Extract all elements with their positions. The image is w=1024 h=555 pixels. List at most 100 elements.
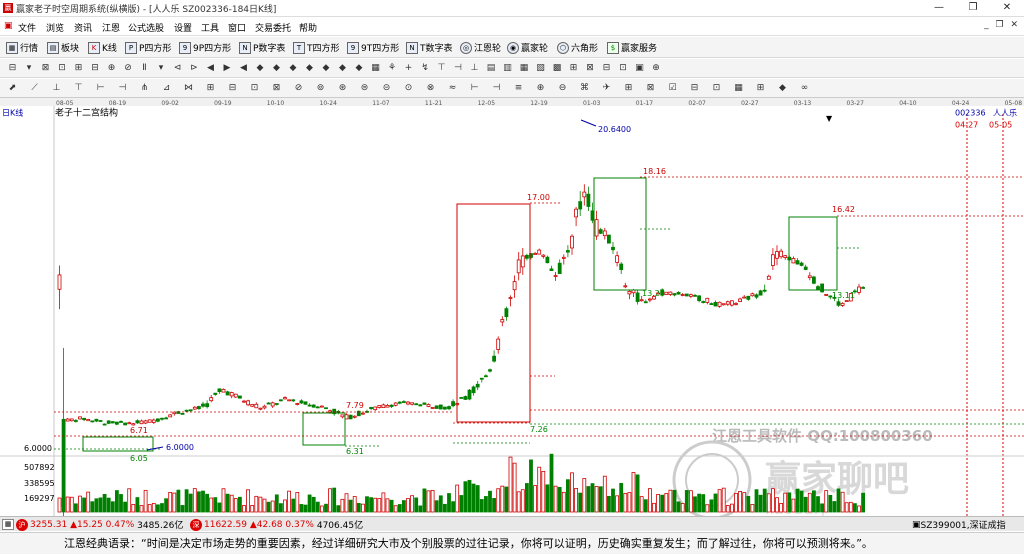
tool-button[interactable]: ⊣	[116, 82, 129, 95]
tool-button[interactable]: ⊲	[171, 62, 184, 75]
tool-button[interactable]: ⊕	[534, 82, 547, 95]
tool-button[interactable]: ⊞	[72, 62, 85, 75]
tool-button[interactable]: ▩	[551, 62, 564, 75]
tool-button[interactable]: ↯	[419, 62, 432, 75]
tool-button[interactable]: ☑	[666, 82, 679, 95]
tool-button[interactable]: ⊗	[424, 82, 437, 95]
tool-button[interactable]: ≡	[512, 82, 525, 95]
tool-button[interactable]: ◆	[336, 62, 349, 75]
tool-button[interactable]: ▦	[518, 62, 531, 75]
tool-button[interactable]: ⊘	[122, 62, 135, 75]
tool-button[interactable]: ⊤	[435, 62, 448, 75]
menu-browse[interactable]: 浏览	[46, 21, 64, 34]
tool-button[interactable]: ✈	[600, 82, 613, 95]
tool-button[interactable]: ◆	[353, 62, 366, 75]
toolbar-p-square-button[interactable]: P P四方形	[125, 40, 171, 55]
toolbar-service-button[interactable]: $ 赢家服务	[607, 40, 657, 55]
tool-button[interactable]: ⊿	[160, 82, 173, 95]
tool-button[interactable]: ⚘	[386, 62, 399, 75]
tool-button[interactable]: ⊞	[567, 62, 580, 75]
sh-index-group[interactable]: ▦ 沪 3255.31 ▲15.25 0.47% 3485.26亿	[2, 518, 183, 531]
toolbar-pn-table-button[interactable]: N P数字表	[239, 40, 285, 55]
tool-button[interactable]: ⊖	[556, 82, 569, 95]
toolbar-kline-button[interactable]: K K线	[88, 40, 117, 55]
tool-button[interactable]: ◆	[320, 62, 333, 75]
close-button[interactable]: ✕	[990, 0, 1024, 17]
toolbar-tn-table-button[interactable]: N T数字表	[406, 40, 453, 55]
toolbar-9t-square-button[interactable]: 9 9T四方形	[347, 40, 399, 55]
tool-button[interactable]: ⊡	[617, 62, 630, 75]
chart-svg[interactable]: 日K线 老子十二宫结构 ▼ 002336 人人乐 04-27 05-05 6.0…	[0, 106, 1024, 555]
tool-button[interactable]: ⊠	[270, 82, 283, 95]
tool-button[interactable]: ⊞	[204, 82, 217, 95]
toolbar-t-square-button[interactable]: T T四方形	[293, 40, 340, 55]
tool-button[interactable]: ⋔	[138, 82, 151, 95]
tool-button[interactable]: ▾	[23, 62, 36, 75]
tool-button[interactable]: ⊣	[490, 82, 503, 95]
tool-button[interactable]: ⊟	[6, 62, 19, 75]
tool-button[interactable]: ⊘	[292, 82, 305, 95]
menu-gann[interactable]: 江恩	[102, 21, 120, 34]
tool-button[interactable]: ◆	[270, 62, 283, 75]
tool-button[interactable]: ⊣	[452, 62, 465, 75]
tool-button[interactable]: ≈	[446, 82, 459, 95]
tool-button[interactable]: ⊠	[644, 82, 657, 95]
tool-button[interactable]: ⊡	[248, 82, 261, 95]
tool-button[interactable]: ▥	[501, 62, 514, 75]
tool-button[interactable]: ⊢	[468, 82, 481, 95]
tool-button[interactable]: ⊟	[226, 82, 239, 95]
kline-chart[interactable]: 日K线 老子十二宫结构 ▼ 002336 人人乐 04-27 05-05 6.0…	[0, 106, 1024, 555]
tool-button[interactable]: Ⅱ	[138, 62, 151, 75]
tool-button[interactable]: ⊤	[72, 82, 85, 95]
tool-button[interactable]: ◆	[776, 82, 789, 95]
tool-button[interactable]: ⊛	[336, 82, 349, 95]
mdi-window-controls[interactable]: _ ❐ ✕	[984, 20, 1020, 30]
tool-button[interactable]: ▶	[221, 62, 234, 75]
tool-button[interactable]: ⊠	[39, 62, 52, 75]
tool-button[interactable]: ◆	[254, 62, 267, 75]
menu-trade[interactable]: 交易委托	[255, 21, 291, 34]
tool-button[interactable]: ⊠	[584, 62, 597, 75]
tool-button[interactable]: ⊚	[314, 82, 327, 95]
maximize-button[interactable]: ❐	[956, 0, 990, 17]
menu-tools[interactable]: 工具	[201, 21, 219, 34]
tool-button[interactable]: ⊕	[650, 62, 663, 75]
menu-window[interactable]: 窗口	[228, 21, 246, 34]
tool-button[interactable]: ⊟	[89, 62, 102, 75]
tool-button[interactable]: +	[402, 62, 415, 75]
tool-button[interactable]: ▦	[732, 82, 745, 95]
tool-button[interactable]: ▧	[534, 62, 547, 75]
toolbar-gann-wheel-button[interactable]: ◎ 江恩轮	[460, 40, 501, 55]
tool-button[interactable]: ⊜	[358, 82, 371, 95]
menu-info[interactable]: 资讯	[74, 21, 92, 34]
tool-button[interactable]: ◀	[204, 62, 217, 75]
tool-button[interactable]: ⟋	[28, 82, 41, 95]
tool-button[interactable]: ⬈	[6, 82, 19, 95]
tool-button[interactable]: ⊙	[402, 82, 415, 95]
tool-button[interactable]: ⊞	[754, 82, 767, 95]
tool-button[interactable]: ⊡	[56, 62, 69, 75]
minimize-button[interactable]: —	[922, 0, 956, 17]
tool-button[interactable]: ∞	[798, 82, 811, 95]
tool-button[interactable]: ▣	[633, 62, 646, 75]
menu-file[interactable]: 文件	[18, 21, 36, 34]
tool-button[interactable]: ⊡	[710, 82, 723, 95]
sz-index-group[interactable]: 深 11622.59 ▲42.68 0.37% 4706.45亿	[190, 518, 363, 531]
tool-button[interactable]: ▾	[155, 62, 168, 75]
tool-button[interactable]: ◀	[237, 62, 250, 75]
tool-button[interactable]: ⊞	[622, 82, 635, 95]
tool-button[interactable]: ⊟	[688, 82, 701, 95]
chart-dropdown-icon[interactable]: ▼	[826, 114, 833, 123]
menu-formula[interactable]: 公式选股	[128, 21, 164, 34]
tool-button[interactable]: ⌘	[578, 82, 591, 95]
tool-button[interactable]: ⊳	[188, 62, 201, 75]
tool-button[interactable]: ⊝	[380, 82, 393, 95]
toolbar-9p-square-button[interactable]: 9 9P四方形	[179, 40, 231, 55]
toolbar-winner-wheel-button[interactable]: ◉ 赢家轮	[507, 40, 548, 55]
tool-button[interactable]: ◆	[303, 62, 316, 75]
menu-help[interactable]: 帮助	[299, 21, 317, 34]
tool-button[interactable]: ⊕	[105, 62, 118, 75]
tool-button[interactable]: ⊥	[50, 82, 63, 95]
tool-button[interactable]: ⊢	[94, 82, 107, 95]
tool-button[interactable]: ⊥	[468, 62, 481, 75]
